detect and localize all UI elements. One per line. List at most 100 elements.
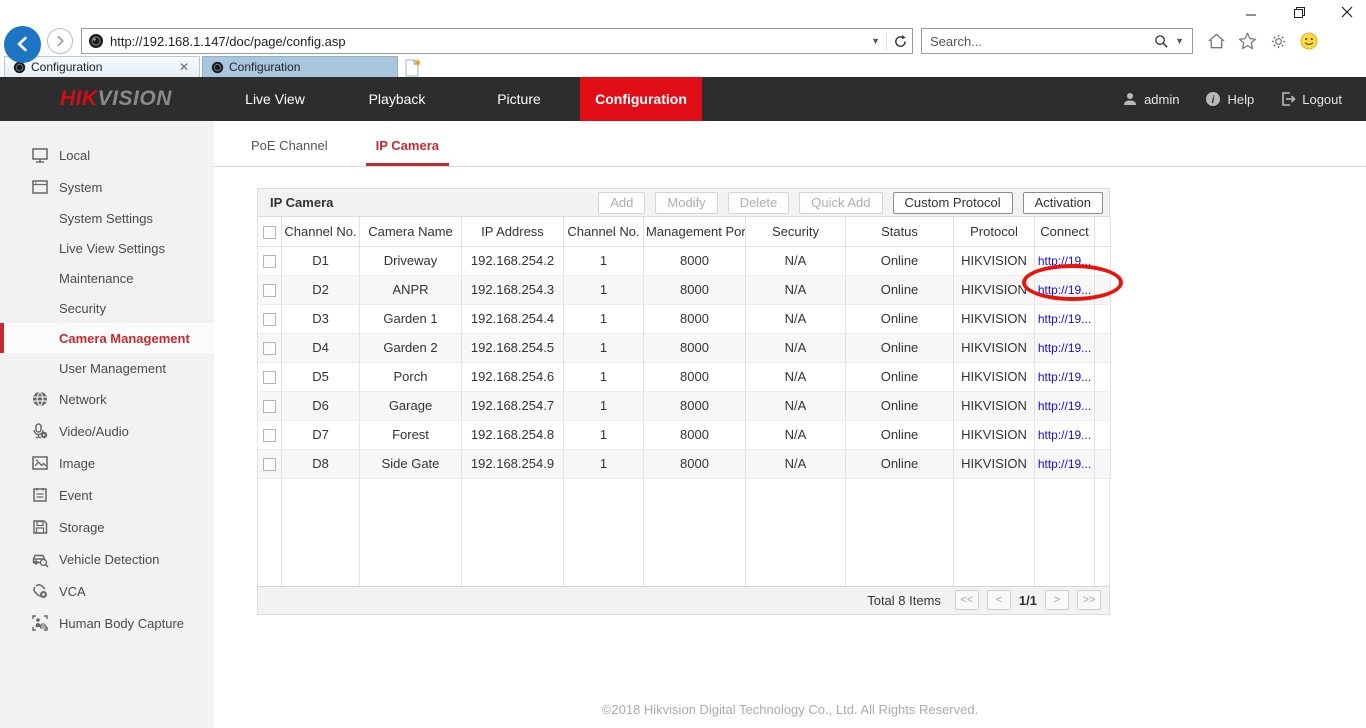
row-checkbox[interactable]	[263, 371, 276, 384]
logout-button[interactable]: Logout	[1280, 91, 1342, 107]
row-checkbox[interactable]	[263, 458, 276, 471]
cell-security: N/A	[746, 391, 846, 420]
prev-page-button[interactable]: <	[987, 590, 1011, 610]
last-page-button[interactable]: >>	[1077, 590, 1101, 610]
row-checkbox[interactable]	[263, 255, 276, 268]
ip-camera-panel: IP Camera AddModifyDeleteQuick AddCustom…	[257, 188, 1110, 615]
modify-button: Modify	[655, 192, 717, 214]
next-page-button[interactable]: >	[1045, 590, 1069, 610]
browser-tab-2[interactable]: Configuration	[202, 56, 398, 77]
sidebar-item-security[interactable]: Security	[0, 293, 214, 323]
sidebar-item-live-view-settings[interactable]: Live View Settings	[0, 233, 214, 263]
network-icon	[31, 390, 49, 408]
sidebar-item-label: Camera Management	[59, 331, 190, 346]
user-menu[interactable]: admin	[1122, 91, 1179, 107]
add-button: Add	[598, 192, 645, 214]
sidebar-item-vehicle-detection[interactable]: Vehicle Detection	[0, 543, 214, 575]
connect-link[interactable]: http://19...	[1038, 312, 1091, 326]
cell-channel-no: D6	[282, 391, 360, 420]
content-area: PoE Channel IP Camera IP Camera Add Modify…	[214, 121, 1366, 728]
connect-link[interactable]: http://19...	[1038, 254, 1091, 268]
sidebar-item-user-management[interactable]: User Management	[0, 353, 214, 383]
home-icon[interactable]	[1207, 32, 1226, 50]
sidebar-item-camera-management[interactable]: Camera Management	[0, 323, 214, 353]
sidebar-item-network[interactable]: Network	[0, 383, 214, 415]
cell-management-port: 8000	[644, 391, 746, 420]
column-header-connect: Connect	[1035, 217, 1095, 246]
row-checkbox[interactable]	[263, 342, 276, 355]
sidebar-item-label: Maintenance	[59, 271, 133, 286]
minimize-button[interactable]	[1240, 2, 1262, 22]
row-checkbox[interactable]	[263, 429, 276, 442]
search-input[interactable]: Search... ▼	[921, 28, 1193, 54]
url-text[interactable]: http://192.168.1.147/doc/page/config.asp	[110, 34, 871, 49]
cell-protocol: HIKVISION	[954, 362, 1035, 391]
cell-status: Online	[846, 333, 954, 362]
sidebar-item-maintenance[interactable]: Maintenance	[0, 263, 214, 293]
connect-link[interactable]: http://19...	[1038, 457, 1091, 471]
first-page-button[interactable]: <<	[955, 590, 979, 610]
sidebar-item-system[interactable]: System	[0, 171, 214, 203]
connect-link[interactable]: http://19...	[1038, 399, 1091, 413]
tab-close-icon[interactable]: ✕	[177, 60, 191, 74]
sidebar-item-local[interactable]: Local	[0, 139, 214, 171]
cell-channel: 1	[564, 362, 644, 391]
search-dropdown-icon[interactable]: ▼	[1175, 36, 1184, 46]
sidebar-item-label: Local	[59, 148, 90, 163]
table-row-d7: D7Forest192.168.254.818000N/AOnlineHIKVI…	[258, 420, 1111, 449]
address-dropdown-icon[interactable]: ▼	[871, 36, 880, 46]
nav-item-configuration[interactable]: Configuration	[580, 77, 702, 121]
address-bar[interactable]: http://192.168.1.147/doc/page/config.asp…	[81, 28, 913, 54]
app-header: HIKVISION Live ViewPlaybackPictureConfig…	[0, 77, 1366, 121]
select-all-checkbox[interactable]	[263, 226, 276, 239]
forward-button[interactable]	[47, 28, 73, 54]
row-checkbox[interactable]	[263, 284, 276, 297]
close-button[interactable]	[1336, 2, 1358, 22]
sidebar-item-event[interactable]: Event	[0, 479, 214, 511]
sidebar-item-storage[interactable]: Storage	[0, 511, 214, 543]
cell-status: Online	[846, 304, 954, 333]
image-icon	[31, 454, 49, 472]
nav-item-playback[interactable]: Playback	[336, 77, 458, 121]
settings-gear-icon[interactable]	[1269, 32, 1288, 51]
tab-ip-camera[interactable]: IP Camera	[366, 138, 449, 166]
sidebar-item-video-audio[interactable]: Video/Audio	[0, 415, 214, 447]
nav-item-live-view[interactable]: Live View	[214, 77, 336, 121]
feedback-smiley-icon[interactable]	[1300, 32, 1318, 50]
row-checkbox[interactable]	[263, 313, 276, 326]
custom-protocol-button[interactable]: Custom Protocol	[893, 192, 1013, 214]
sidebar-item-system-settings[interactable]: System Settings	[0, 203, 214, 233]
cell-management-port: 8000	[644, 362, 746, 391]
cell-protocol: HIKVISION	[954, 275, 1035, 304]
cell-channel-no: D3	[282, 304, 360, 333]
quick-add-button: Quick Add	[799, 192, 882, 214]
cell-management-port: 8000	[644, 449, 746, 478]
connect-link[interactable]: http://19...	[1038, 341, 1091, 355]
sidebar-item-human-body-capture[interactable]: Human Body Capture	[0, 607, 214, 639]
content-tabs: PoE Channel IP Camera	[214, 121, 1366, 167]
nav-item-picture[interactable]: Picture	[458, 77, 580, 121]
new-tab-button[interactable]: ✱	[404, 59, 426, 77]
restore-button[interactable]	[1288, 2, 1310, 22]
refresh-icon[interactable]	[893, 34, 908, 49]
cell-protocol: HIKVISION	[954, 304, 1035, 333]
sidebar-item-image[interactable]: Image	[0, 447, 214, 479]
camera-table: Channel No.Camera NameIP AddressChannel …	[257, 217, 1111, 479]
row-checkbox[interactable]	[263, 400, 276, 413]
favorites-star-icon[interactable]	[1238, 32, 1257, 50]
table-row-d8: D8Side Gate192.168.254.918000N/AOnlineHI…	[258, 449, 1111, 478]
activation-button[interactable]: Activation	[1023, 192, 1103, 214]
connect-link[interactable]: http://19...	[1038, 428, 1091, 442]
back-button[interactable]	[4, 26, 41, 63]
sidebar-item-label: Video/Audio	[59, 424, 129, 439]
cell-channel-no: D1	[282, 246, 360, 275]
connect-link-annotated[interactable]: http://19...	[1038, 283, 1091, 297]
connect-link[interactable]: http://19...	[1038, 370, 1091, 384]
search-icon[interactable]	[1154, 34, 1169, 49]
sidebar-item-vca[interactable]: VCA	[0, 575, 214, 607]
tab-poe-channel[interactable]: PoE Channel	[241, 138, 338, 166]
table-row-d4: D4Garden 2192.168.254.518000N/AOnlineHIK…	[258, 333, 1111, 362]
table-empty-area	[257, 479, 1110, 586]
sidebar-item-label: Network	[59, 392, 107, 407]
help-button[interactable]: i Help	[1205, 91, 1254, 107]
